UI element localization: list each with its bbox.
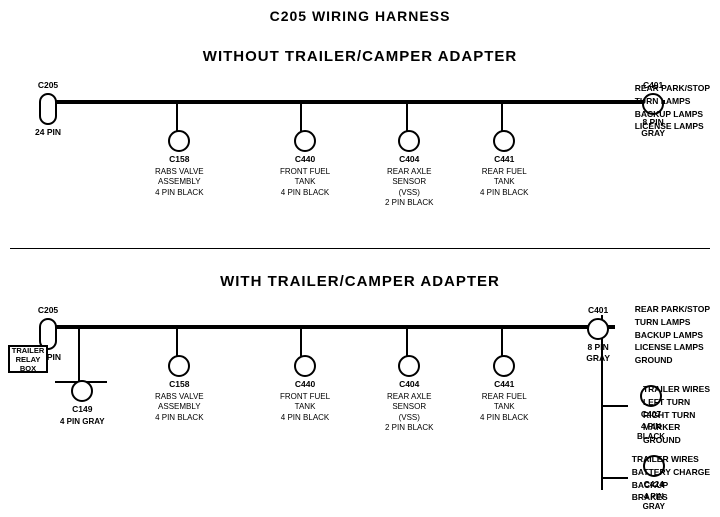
vline-c441-top — [501, 101, 503, 131]
connector-c441-top: C441 REAR FUEL TANK 4 PIN BLACK — [480, 130, 528, 198]
c404-bot-id: C404 — [399, 379, 419, 390]
c158-bot-shape — [168, 355, 190, 377]
page-title: C205 WIRING HARNESS — [0, 0, 720, 24]
connector-c404-bot: C404 REAR AXLE SENSOR (VSS) 2 PIN BLACK — [385, 355, 433, 434]
c404-top-id: C404 — [399, 154, 419, 165]
c158-bot-sub: RABS VALVE ASSEMBLY 4 PIN BLACK — [155, 392, 204, 423]
section-divider — [10, 248, 710, 249]
connector-c440-bot: C440 FRONT FUEL TANK 4 PIN BLACK — [280, 355, 330, 423]
c401-bot-sub: 8 PIN GRAY — [586, 342, 610, 364]
c158-top-shape — [168, 130, 190, 152]
connector-c440-top: C440 FRONT FUEL TANK 4 PIN BLACK — [280, 130, 330, 198]
trailer-relay-box: TRAILER RELAY BOX — [8, 345, 48, 373]
bottom-section: WITH TRAILER/CAMPER ADAPTER C205 24 PIN … — [0, 255, 720, 515]
c401-bot-right-labels: REAR PARK/STOP TURN LAMPS BACKUP LAMPS L… — [635, 303, 710, 367]
c440-top-shape — [294, 130, 316, 152]
c205-top-shape — [39, 93, 57, 125]
hline-c407 — [603, 405, 628, 407]
c404-bot-shape — [398, 355, 420, 377]
vline-c404-top — [406, 101, 408, 131]
vline-relay — [78, 326, 80, 381]
vline-c158-bot — [176, 326, 178, 356]
connector-c149: C149 4 PIN GRAY — [60, 380, 105, 427]
c158-top-id: C158 — [169, 154, 189, 165]
connector-c441-bot: C441 REAR FUEL TANK 4 PIN BLACK — [480, 355, 528, 423]
connector-c401-bot: C401 8 PIN GRAY — [586, 305, 610, 364]
c404-bot-sub: REAR AXLE SENSOR (VSS) 2 PIN BLACK — [385, 392, 433, 434]
c401-bot-id: C401 — [588, 305, 608, 316]
c441-top-sub: REAR FUEL TANK 4 PIN BLACK — [480, 167, 528, 198]
c441-bot-id: C441 — [494, 379, 514, 390]
c404-top-sub: REAR AXLE SENSOR (VSS) 2 PIN BLACK — [385, 167, 433, 209]
c158-bot-id: C158 — [169, 379, 189, 390]
connector-c205-top: C205 24 PIN — [35, 80, 61, 138]
vline-c441-bot — [501, 326, 503, 356]
c441-bot-shape — [493, 355, 515, 377]
top-section-label: WITHOUT TRAILER/CAMPER ADAPTER — [203, 48, 517, 65]
c440-bot-sub: FRONT FUEL TANK 4 PIN BLACK — [280, 392, 330, 423]
top-hline — [55, 100, 665, 104]
c441-top-id: C441 — [494, 154, 514, 165]
c401-bot-shape — [587, 318, 609, 340]
vline-c440-bot — [300, 326, 302, 356]
c440-bot-id: C440 — [295, 379, 315, 390]
c440-top-id: C440 — [295, 154, 315, 165]
c149-sub: 4 PIN GRAY — [60, 417, 105, 427]
c401-top-right-labels: REAR PARK/STOP TURN LAMPS BACKUP LAMPS L… — [635, 82, 710, 133]
connector-c158-bot: C158 RABS VALVE ASSEMBLY 4 PIN BLACK — [155, 355, 204, 423]
vline-c404-bot — [406, 326, 408, 356]
connector-c404-top: C404 REAR AXLE SENSOR (VSS) 2 PIN BLACK — [385, 130, 433, 209]
vline-c440-top — [300, 101, 302, 131]
c205-top-id: C205 — [38, 80, 58, 91]
c424-right-labels: TRAILER WIRES BATTERY CHARGE BACKUP BRAK… — [632, 453, 710, 504]
relay-box-label: TRAILER RELAY BOX — [12, 346, 45, 373]
c205-bot-id: C205 — [38, 305, 58, 316]
relay-box-shape: TRAILER RELAY BOX — [8, 345, 48, 373]
c440-top-sub: FRONT FUEL TANK 4 PIN BLACK — [280, 167, 330, 198]
vline-c158-top — [176, 101, 178, 131]
bottom-hline — [55, 325, 615, 329]
top-section: WITHOUT TRAILER/CAMPER ADAPTER C205 24 P… — [0, 30, 720, 240]
c158-top-sub: RABS VALVE ASSEMBLY 4 PIN BLACK — [155, 167, 204, 198]
c149-shape — [71, 380, 93, 402]
c205-top-sub: 24 PIN — [35, 127, 61, 138]
c440-bot-shape — [294, 355, 316, 377]
c441-top-shape — [493, 130, 515, 152]
bottom-section-label: WITH TRAILER/CAMPER ADAPTER — [220, 273, 500, 290]
connector-c158-top: C158 RABS VALVE ASSEMBLY 4 PIN BLACK — [155, 130, 204, 198]
c407-right-labels: TRAILER WIRES LEFT TURN RIGHT TURN MARKE… — [643, 383, 710, 447]
hline-c424 — [603, 477, 628, 479]
c441-bot-sub: REAR FUEL TANK 4 PIN BLACK — [480, 392, 528, 423]
c404-top-shape — [398, 130, 420, 152]
c149-id: C149 — [72, 404, 92, 415]
